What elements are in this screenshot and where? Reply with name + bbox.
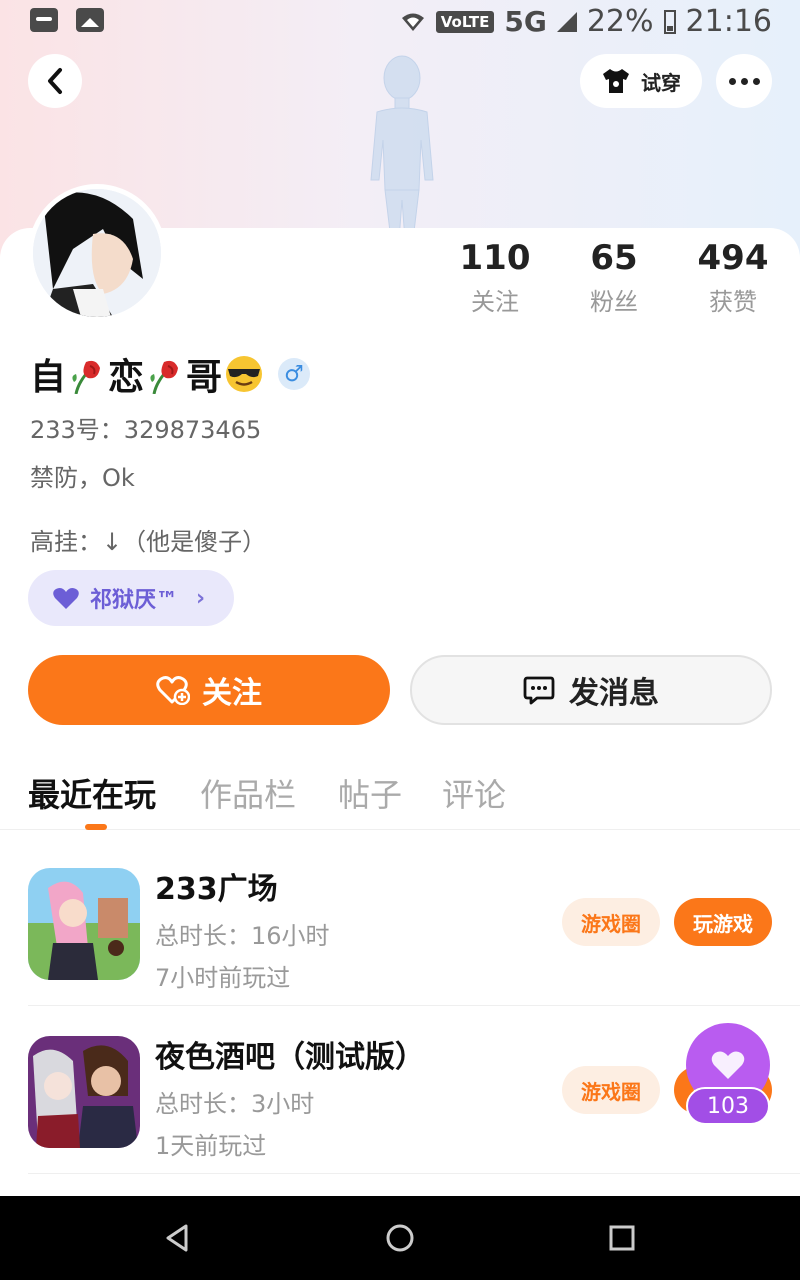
username-part: 自 xyxy=(30,357,67,398)
follow-button[interactable]: 关注 xyxy=(28,655,390,725)
image-notification-icon xyxy=(76,8,104,32)
game-last-played: 7小时前玩过 xyxy=(155,964,291,992)
username-part: 哥 xyxy=(186,357,223,398)
stat-number: 65 xyxy=(590,238,638,278)
volte-indicator: VoLTE xyxy=(435,10,495,33)
username: 自 恋 哥 ♂ xyxy=(30,348,311,400)
wifi-icon xyxy=(401,13,424,31)
stat-label: 获赞 xyxy=(709,288,757,316)
profile-stats: 110 关注 65 粉丝 494 获赞 xyxy=(440,236,790,326)
signal-icon xyxy=(556,11,577,32)
game-title: 233广场 xyxy=(155,872,278,907)
list-item[interactable]: 233广场 总时长：16小时 7小时前玩过 游戏圈 玩游戏 xyxy=(0,838,800,1006)
try-on-button[interactable]: 试穿 xyxy=(580,54,702,108)
more-dot-icon xyxy=(740,77,748,85)
back-triangle-icon[interactable] xyxy=(158,1218,198,1258)
try-on-label: 试穿 xyxy=(641,70,681,95)
chat-bubble-icon xyxy=(523,676,555,705)
tab-recent-games[interactable]: 最近在玩 xyxy=(28,770,156,816)
stat-number: 110 xyxy=(459,238,531,278)
clock: 21:16 xyxy=(685,4,772,39)
avatar[interactable] xyxy=(28,184,166,322)
wilted-rose-icon xyxy=(150,360,179,394)
more-options-button[interactable] xyxy=(716,54,772,108)
battery-icon xyxy=(663,9,676,34)
user-id: 233号：329873465 xyxy=(30,416,262,444)
send-message-label: 发消息 xyxy=(569,676,659,711)
game-title: 夜色酒吧（测试版） xyxy=(155,1040,425,1075)
status-bar: VoLTE 5G 22% 21:16 xyxy=(0,0,800,44)
tab-works[interactable]: 作品栏 xyxy=(200,770,296,816)
tab-posts[interactable]: 帖子 xyxy=(338,770,402,816)
family-badge[interactable]: 祁狱厌™ › xyxy=(28,570,234,626)
more-dot-icon xyxy=(728,77,736,85)
male-gender-icon: ♂ xyxy=(278,358,311,390)
wilted-rose-icon xyxy=(72,360,101,394)
username-part: 恋 xyxy=(108,357,145,398)
game-circle-button[interactable]: 游戏圈 xyxy=(562,1066,660,1114)
bio-line: 禁防，Ok xyxy=(30,464,135,492)
follow-label: 关注 xyxy=(202,676,262,711)
game-circle-button[interactable]: 游戏圈 xyxy=(562,898,660,946)
stat-following[interactable]: 110 关注 xyxy=(440,236,550,317)
stat-label: 关注 xyxy=(471,288,519,316)
active-tab-indicator xyxy=(85,824,107,830)
game-icon-233-square[interactable] xyxy=(28,868,140,980)
play-game-button[interactable]: 玩游戏 xyxy=(674,898,772,946)
send-message-button[interactable]: 发消息 xyxy=(410,655,772,725)
home-circle-icon[interactable] xyxy=(380,1218,420,1258)
heart-plus-icon xyxy=(156,676,190,705)
tab-comments[interactable]: 评论 xyxy=(442,770,506,816)
stat-label: 粉丝 xyxy=(590,288,638,316)
game-duration: 总时长：16小时 xyxy=(155,922,330,950)
like-count: 103 xyxy=(686,1087,770,1125)
more-dot-icon xyxy=(752,77,760,85)
heart-icon xyxy=(711,1051,745,1079)
profile-tabs: 最近在玩 作品栏 帖子 评论 xyxy=(0,760,800,830)
game-duration: 总时长：3小时 xyxy=(155,1090,315,1118)
network-type: 5G xyxy=(504,5,547,38)
sunglasses-face-icon xyxy=(226,356,263,392)
chevron-right-icon: › xyxy=(196,585,206,611)
back-button[interactable] xyxy=(28,54,82,108)
stat-number: 494 xyxy=(697,238,769,278)
message-notification-icon xyxy=(30,8,58,32)
stat-fans[interactable]: 65 粉丝 xyxy=(559,236,669,317)
heart-badge-icon xyxy=(53,588,79,609)
stat-likes[interactable]: 494 获赞 xyxy=(678,236,788,317)
floating-like-button[interactable]: 103 xyxy=(686,1023,770,1125)
divider xyxy=(28,1173,800,1174)
list-item[interactable]: 夜色酒吧（测试版） 总时长：3小时 1天前玩过 游戏圈 玩游戏 xyxy=(0,1006,800,1174)
game-last-played: 1天前玩过 xyxy=(155,1132,267,1160)
3d-avatar-figure[interactable] xyxy=(355,40,450,240)
bio-line: 高挂：↓（他是傻子） xyxy=(30,528,267,556)
game-icon-night-bar[interactable] xyxy=(28,1036,140,1148)
tshirt-icon xyxy=(603,69,629,93)
chevron-left-icon xyxy=(48,68,62,94)
family-badge-label: 祁狱厌™ xyxy=(90,588,179,613)
avatar-illustration xyxy=(33,189,161,317)
system-navigation-bar xyxy=(0,1196,800,1280)
recents-square-icon[interactable] xyxy=(602,1218,642,1258)
battery-percent: 22% xyxy=(586,4,654,39)
